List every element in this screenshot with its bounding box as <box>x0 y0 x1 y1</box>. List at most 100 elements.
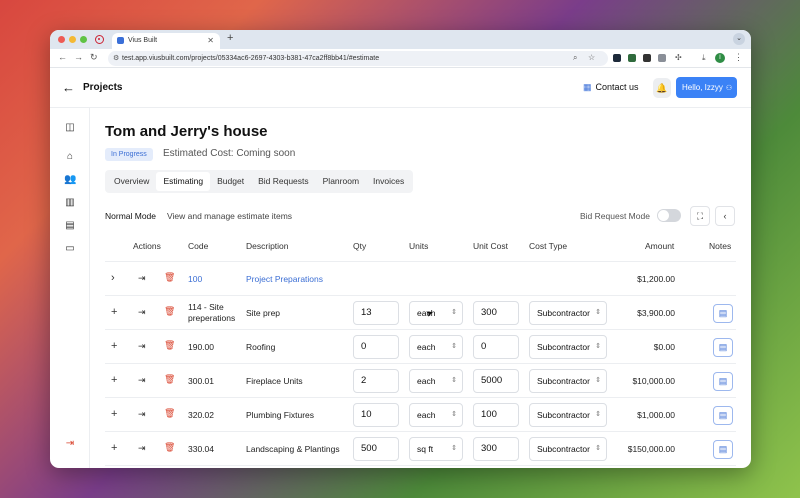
insert-item-icon[interactable]: ⇥ <box>138 307 146 318</box>
tab-search-chevron-icon[interactable]: ⌄ <box>733 33 745 45</box>
insert-item-icon[interactable]: ⇥ <box>138 409 146 420</box>
insert-item-icon[interactable]: ⇥ <box>138 375 146 386</box>
add-subitem-icon[interactable]: + <box>111 442 117 454</box>
tab-bid-requests[interactable]: Bid Requests <box>251 172 316 191</box>
insert-item-icon[interactable]: ⇥ <box>138 273 146 284</box>
close-window-button[interactable] <box>58 36 65 43</box>
status-badge: In Progress <box>105 148 153 161</box>
delete-trash-icon[interactable]: 🗑 <box>164 374 175 385</box>
contact-us-button[interactable]: ▦ Contact us <box>583 82 639 93</box>
cost-type-select[interactable]: Subcontractor ⇕ <box>529 301 607 325</box>
notes-icon[interactable]: ▤ <box>713 338 733 357</box>
cost-type-select[interactable]: Subcontractor ⇕ <box>529 369 607 393</box>
browser-menu-icon[interactable]: ⋮ <box>734 52 743 63</box>
bid-request-mode-toggle[interactable] <box>657 209 681 222</box>
site-info-icon[interactable]: ⚙ <box>113 54 119 62</box>
delete-trash-icon[interactable]: 🗑 <box>164 272 175 283</box>
notes-icon[interactable]: ▤ <box>713 372 733 391</box>
logout-icon[interactable]: ⇥ <box>64 438 76 449</box>
home-icon[interactable]: ⌂ <box>64 151 76 162</box>
qty-input[interactable]: 0 <box>353 335 399 359</box>
back-nav-icon[interactable]: ← <box>58 52 67 62</box>
extension-icon[interactable] <box>628 54 636 62</box>
units-select[interactable]: each ⇕ <box>409 403 463 427</box>
row-amount: $10,000.00 <box>632 376 675 386</box>
extension-icon[interactable] <box>658 54 666 62</box>
sidebar-toggle-icon[interactable]: ◫ <box>64 122 76 133</box>
qty-input[interactable]: 500 <box>353 437 399 461</box>
tab-invoices[interactable]: Invoices <box>366 172 411 191</box>
sidebar: ◫ ⌂ 👥 ▥ ▤ ▭ ⇥ <box>50 108 90 468</box>
add-subitem-icon[interactable]: + <box>111 374 117 386</box>
new-tab-icon[interactable]: + <box>227 32 233 44</box>
insert-item-icon[interactable]: ⇥ <box>138 341 146 352</box>
tab-planroom[interactable]: Planroom <box>316 172 366 191</box>
calculator-icon[interactable]: ▤ <box>64 220 76 231</box>
extensions-puzzle-icon[interactable]: ✣ <box>675 53 682 62</box>
add-subitem-icon[interactable]: + <box>111 306 117 318</box>
cost-type-select[interactable]: Subcontractor ⇕ <box>529 335 607 359</box>
tab-estimating[interactable]: Estimating <box>156 172 211 191</box>
delete-trash-icon[interactable]: 🗑 <box>164 408 175 419</box>
chart-icon[interactable]: ▥ <box>64 197 76 208</box>
table-row: + ⇥ 🗑 300.01 Fireplace Units 2 each ⇕ 500… <box>105 364 736 398</box>
close-tab-icon[interactable]: ✕ <box>207 36 214 45</box>
units-value: sq ft <box>417 444 434 454</box>
notifications-bell-icon[interactable]: 🔔 <box>653 78 671 98</box>
download-icon[interactable]: ⤓ <box>702 53 706 63</box>
back-arrow-icon[interactable]: ← <box>62 80 75 95</box>
units-select[interactable]: each ⇕ <box>409 369 463 393</box>
user-menu-label: Hello, Izzyy <box>682 83 723 92</box>
unit-cost-input[interactable]: 100 <box>473 403 519 427</box>
add-subitem-icon[interactable]: + <box>111 408 117 420</box>
group-code[interactable]: 100 <box>188 274 202 284</box>
notes-icon[interactable]: ▤ <box>713 406 733 425</box>
profile-avatar[interactable]: I <box>715 53 725 63</box>
unit-cost-input[interactable]: 300 <box>473 437 519 461</box>
qty-input[interactable]: 10 <box>353 403 399 427</box>
url-field[interactable]: ⚙ test.app.viusbuilt.com/projects/05334a… <box>108 51 608 66</box>
extension-icon[interactable] <box>643 54 651 62</box>
col-unit-cost: Unit Cost <box>473 241 508 251</box>
qty-input[interactable]: 2 <box>353 369 399 393</box>
delete-trash-icon[interactable]: 🗑 <box>164 340 175 351</box>
users-icon[interactable]: 👥 <box>64 174 76 185</box>
zoom-icon[interactable]: ⌕ <box>573 53 577 63</box>
unit-cost-input[interactable]: 5000 <box>473 369 519 393</box>
insert-item-icon[interactable]: ⇥ <box>138 443 146 454</box>
tab-overview[interactable]: Overview <box>107 172 156 191</box>
delete-trash-icon[interactable]: 🗑 <box>164 306 175 317</box>
collapse-chevron-icon[interactable]: ‹ <box>715 206 735 226</box>
delete-trash-icon[interactable]: 🗑 <box>164 442 175 453</box>
unit-cost-input[interactable]: 0 <box>473 335 519 359</box>
unit-cost-input[interactable]: 300 <box>473 301 519 325</box>
add-subitem-icon[interactable]: + <box>111 340 117 352</box>
expand-chevron-icon[interactable]: › <box>111 272 115 284</box>
units-select[interactable]: each ⇕ <box>409 335 463 359</box>
row-code: 320.02 <box>188 410 214 420</box>
notes-icon[interactable]: ▤ <box>713 440 733 459</box>
folder-icon[interactable]: ▭ <box>64 243 76 254</box>
bookmark-star-icon[interactable]: ☆ <box>588 53 595 62</box>
extension-icon[interactable] <box>613 54 621 62</box>
cost-type-value: Subcontractor <box>537 376 590 386</box>
group-description[interactable]: Project Preparations <box>246 274 323 284</box>
maximize-window-button[interactable] <box>80 36 87 43</box>
forward-nav-icon[interactable]: → <box>74 52 83 62</box>
user-menu-button[interactable]: Hello, Izzyy ⚇ <box>676 77 737 98</box>
qty-input[interactable]: 13 <box>353 301 399 325</box>
table-header: Actions Code Description Qty Units Unit … <box>105 230 736 262</box>
row-amount: $1,000.00 <box>637 410 675 420</box>
cost-type-select[interactable]: Subcontractor ⇕ <box>529 437 607 461</box>
reload-icon[interactable]: ↻ <box>90 52 98 63</box>
units-select[interactable]: each ⇕ <box>409 301 463 325</box>
row-description: Site prep <box>246 308 281 318</box>
cost-type-select[interactable]: Subcontractor ⇕ <box>529 403 607 427</box>
fullscreen-icon[interactable]: ⛶ <box>690 206 710 226</box>
units-select[interactable]: sq ft ⇕ <box>409 437 463 461</box>
minimize-window-button[interactable] <box>69 36 76 43</box>
row-description: Fireplace Units <box>246 376 303 386</box>
tab-budget[interactable]: Budget <box>210 172 251 191</box>
notes-icon[interactable]: ▤ <box>713 304 733 323</box>
browser-tab[interactable]: Vius Built ✕ <box>112 33 220 49</box>
